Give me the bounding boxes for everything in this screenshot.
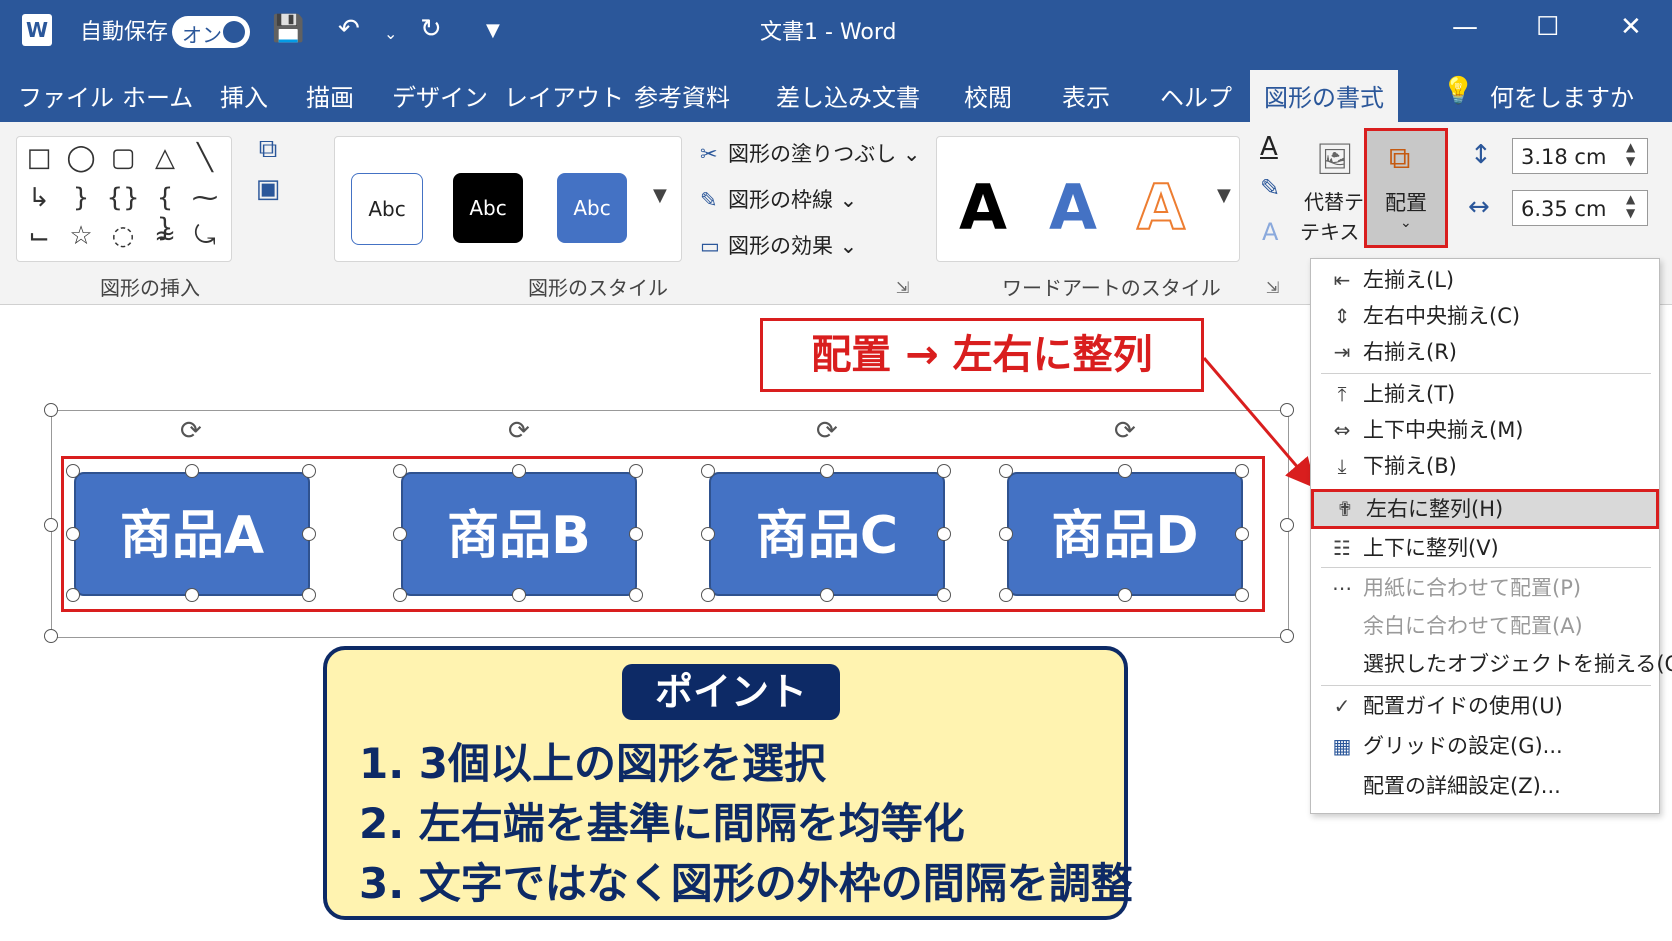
align-top-icon: ⤒ <box>1337 382 1347 406</box>
menu-separator <box>1321 685 1651 686</box>
dotted-line-icon: ⋯ <box>1332 576 1352 600</box>
menu-separator <box>1321 373 1651 374</box>
point-box: ポイント 1. 3個以上の図形を選択 2. 左右端を基準に間隔を均等化 3. 文… <box>323 646 1133 920</box>
point-line-2: 2. 左右端を基準に間隔を均等化 <box>359 799 965 848</box>
align-center-icon: ⇕ <box>1333 304 1351 328</box>
menu-item-distribute-horizontally[interactable]: ✟ 左右に整列(H) <box>1311 489 1659 529</box>
callout-label: 配置 → 左右に整列 <box>760 318 1204 392</box>
align-left-icon: ⇤ <box>1333 268 1351 292</box>
menu-item-align-center[interactable]: ⇕ 左右中央揃え(C) <box>1311 299 1659 333</box>
distribute-vertical-icon: ☷ <box>1333 536 1351 560</box>
distribute-horizontal-icon: ✟ <box>1336 497 1354 521</box>
align-right-icon: ⇥ <box>1333 340 1351 364</box>
point-title: ポイント <box>622 664 840 720</box>
arrange-menu: ⇤ 左揃え(L) ⇕ 左右中央揃え(C) ⇥ 右揃え(R) ⤒ 上揃え(T) ⇔ 上下中央… <box>1310 258 1672 814</box>
menu-item-align-left[interactable]: ⇤ 左揃え(L) <box>1311 263 1659 297</box>
menu-item-advanced-layout[interactable]: 配置の詳細設定(Z)... <box>1311 769 1659 803</box>
align-bottom-icon: ⤓ <box>1337 454 1347 478</box>
menu-separator <box>1321 567 1651 568</box>
menu-item-align-right[interactable]: ⇥ 右揃え(R) <box>1311 335 1659 369</box>
point-line-1: 1. 3個以上の図形を選択 <box>359 739 827 788</box>
menu-item-align-to-page: ⋯ 用紙に合わせて配置(P) <box>1311 571 1659 605</box>
checkmark-icon: ✓ <box>1333 694 1351 718</box>
menu-item-align-selected-objects[interactable]: 選択したオブジェクトを揃える(O) <box>1311 647 1672 681</box>
menu-item-grid-settings[interactable]: ▦ グリッドの設定(G)... <box>1311 729 1659 763</box>
menu-item-use-alignment-guides[interactable]: ✓ 配置ガイドの使用(U) <box>1311 689 1659 723</box>
menu-item-align-top[interactable]: ⤒ 上揃え(T) <box>1311 377 1659 411</box>
grid-icon: ▦ <box>1332 734 1352 758</box>
menu-item-align-middle[interactable]: ⇔ 上下中央揃え(M) <box>1311 413 1659 447</box>
menu-item-align-bottom[interactable]: ⤓ 下揃え(B) <box>1311 449 1659 483</box>
align-middle-icon: ⇔ <box>1333 418 1351 442</box>
point-line-3: 3. 文字ではなく図形の外枠の間隔を調整 <box>359 859 1133 908</box>
menu-item-align-to-margin: 余白に合わせて配置(A) <box>1363 614 1583 638</box>
menu-item-distribute-vertically[interactable]: ☷ 上下に整列(V) <box>1311 531 1659 565</box>
